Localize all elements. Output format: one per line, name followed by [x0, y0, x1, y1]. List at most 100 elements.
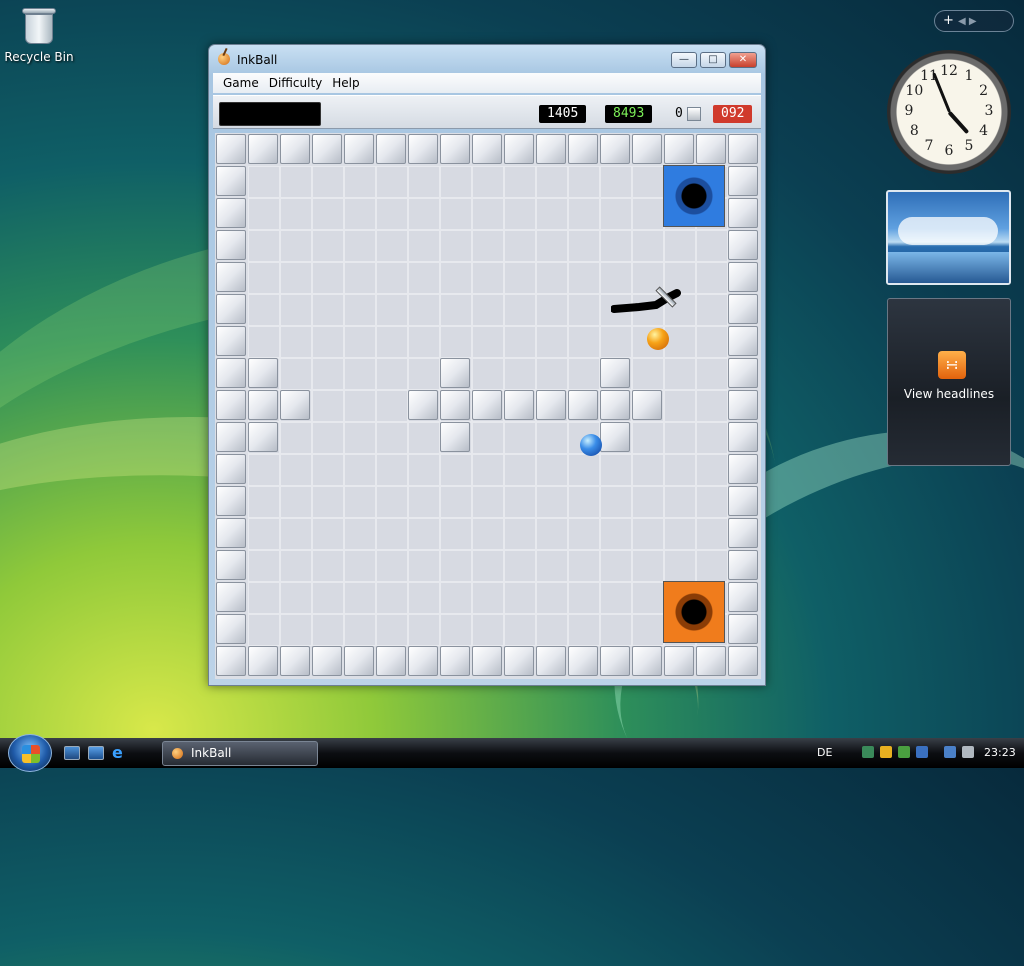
border-wall-tile: [248, 134, 278, 164]
border-wall-tile: [216, 646, 246, 676]
inkball-app-icon: [218, 53, 230, 65]
border-wall-tile: [600, 134, 630, 164]
clock-number: 4: [979, 123, 989, 139]
floor-tile: [472, 230, 504, 262]
recycle-bin[interactable]: Recycle Bin: [4, 2, 74, 64]
taskbar-inkball-button[interactable]: InkBall: [162, 741, 318, 766]
wall-tile: [600, 422, 630, 452]
sidebar-controls[interactable]: + ◀ ▶: [934, 10, 1014, 32]
floor-tile: [536, 358, 568, 390]
taskbar: e InkBall DE 23:23: [0, 734, 1024, 772]
floor-tile: [344, 198, 376, 230]
menu-help[interactable]: Help: [327, 73, 364, 93]
game-board[interactable]: [215, 133, 761, 679]
wall-tile: [600, 358, 630, 388]
network-tray-icon[interactable]: [862, 746, 874, 758]
floor-tile: [344, 422, 376, 454]
floor-tile: [696, 294, 728, 326]
floor-tile: [568, 262, 600, 294]
add-gadget-button[interactable]: +: [943, 13, 954, 28]
view-headlines-label[interactable]: View headlines: [888, 387, 1010, 401]
show-desktop-icon[interactable]: [64, 746, 80, 760]
feed-headlines-gadget[interactable]: ∺ View headlines: [887, 298, 1011, 466]
floor-tile: [376, 358, 408, 390]
floor-tile: [472, 166, 504, 198]
border-wall-tile: [248, 646, 278, 676]
message-display: [219, 102, 321, 126]
floor-tile: [280, 422, 312, 454]
clock-number: 12: [940, 63, 958, 79]
floor-tile: [472, 582, 504, 614]
floor-tile: [280, 294, 312, 326]
floor-tile: [312, 166, 344, 198]
language-indicator[interactable]: DE: [817, 746, 832, 759]
floor-tile: [312, 486, 344, 518]
border-wall-tile: [440, 134, 470, 164]
close-button[interactable]: ✕: [729, 52, 757, 68]
taskbar-clock[interactable]: 23:23: [984, 746, 1016, 759]
update-tray-icon[interactable]: [898, 746, 910, 758]
border-wall-tile: [472, 134, 502, 164]
title-bar[interactable]: InkBall — □ ✕: [209, 45, 765, 73]
clock-gadget[interactable]: 12 1 2 3 4 5 6 7 8 9 10 11: [887, 50, 1011, 174]
wall-tile: [408, 390, 438, 420]
maximize-button[interactable]: □: [700, 52, 726, 68]
nav-arrows-icon[interactable]: ◀ ▶: [958, 16, 977, 27]
menu-difficulty[interactable]: Difficulty: [264, 73, 328, 93]
floor-tile: [408, 262, 440, 294]
floor-tile: [536, 262, 568, 294]
floor-tile: [312, 422, 344, 454]
menu-game[interactable]: Game: [218, 73, 264, 93]
floor-tile: [344, 614, 376, 646]
floor-tile: [344, 294, 376, 326]
border-wall-tile: [376, 646, 406, 676]
border-wall-tile: [728, 486, 758, 516]
floor-tile: [312, 390, 344, 422]
floor-tile: [344, 550, 376, 582]
floor-tile: [280, 230, 312, 262]
border-wall-tile: [280, 646, 310, 676]
floor-tile: [376, 390, 408, 422]
photo-sea: [888, 252, 1009, 283]
floor-tile: [664, 486, 696, 518]
border-wall-tile: [728, 198, 758, 228]
floor-tile: [696, 486, 728, 518]
floor-tile: [536, 230, 568, 262]
floor-tile: [536, 614, 568, 646]
floor-tile: [312, 518, 344, 550]
floor-tile: [696, 358, 728, 390]
connection-tray-icon[interactable]: [944, 746, 956, 758]
wall-tile: [632, 390, 662, 420]
floor-tile: [440, 198, 472, 230]
internet-explorer-icon[interactable]: e: [112, 745, 128, 761]
border-wall-tile: [728, 326, 758, 356]
floor-tile: [440, 230, 472, 262]
border-wall-tile: [728, 582, 758, 612]
floor-tile: [344, 262, 376, 294]
border-wall-tile: [728, 422, 758, 452]
inkball-window[interactable]: InkBall — □ ✕ Game Difficulty Help 1405 84…: [208, 44, 766, 686]
floor-tile: [248, 582, 280, 614]
border-wall-tile: [728, 262, 758, 292]
wall-tile: [248, 390, 278, 420]
minimize-button[interactable]: —: [671, 52, 697, 68]
start-button[interactable]: [8, 734, 52, 772]
floor-tile: [408, 582, 440, 614]
floor-tile: [280, 550, 312, 582]
floor-tile: [376, 518, 408, 550]
floor-tile: [248, 454, 280, 486]
floor-tile: [536, 454, 568, 486]
border-wall-tile: [376, 134, 406, 164]
display-tray-icon[interactable]: [916, 746, 928, 758]
border-wall-tile: [216, 486, 246, 516]
border-wall-tile: [664, 134, 694, 164]
floor-tile: [344, 230, 376, 262]
slideshow-gadget[interactable]: [886, 190, 1011, 285]
security-shield-icon[interactable]: [880, 746, 892, 758]
switch-windows-icon[interactable]: [88, 746, 104, 760]
border-wall-tile: [632, 646, 662, 676]
volume-muted-icon[interactable]: [962, 746, 974, 758]
floor-tile: [376, 326, 408, 358]
floor-tile: [440, 262, 472, 294]
lost-balls-icon: [687, 107, 701, 121]
